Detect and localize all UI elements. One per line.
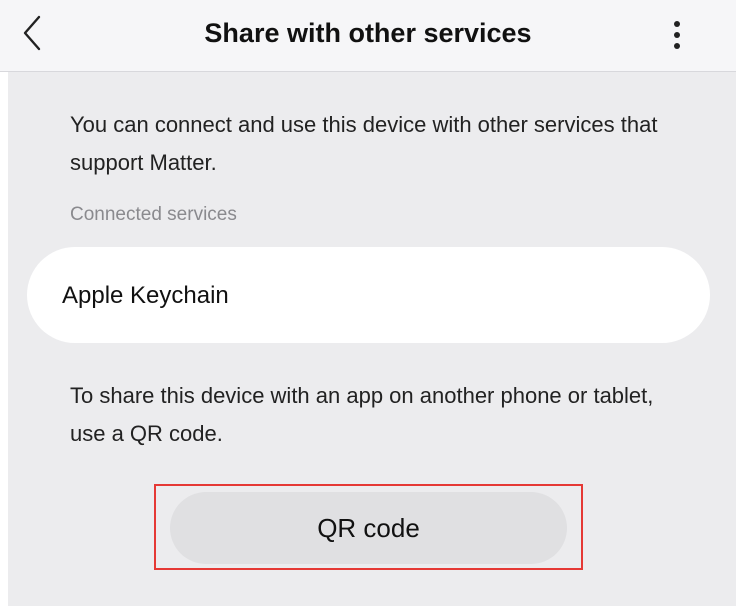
share-instructions-text: To share this device with an app on anot…: [70, 383, 654, 446]
description-text: You can connect and use this device with…: [70, 112, 658, 175]
share-services-screen: Share with other services You can connec…: [0, 0, 736, 606]
connected-services-label: Connected services: [70, 204, 237, 225]
more-options-button[interactable]: [660, 14, 694, 56]
page-title: Share with other services: [204, 18, 532, 48]
content-area: You can connect and use this device with…: [8, 72, 736, 606]
top-app-bar: Share with other services: [0, 0, 736, 72]
service-name: Apple Keychain: [62, 282, 229, 309]
qr-code-button[interactable]: QR code: [170, 492, 567, 564]
more-vertical-icon: [674, 21, 680, 49]
service-item-apple-keychain[interactable]: Apple Keychain: [27, 247, 710, 343]
